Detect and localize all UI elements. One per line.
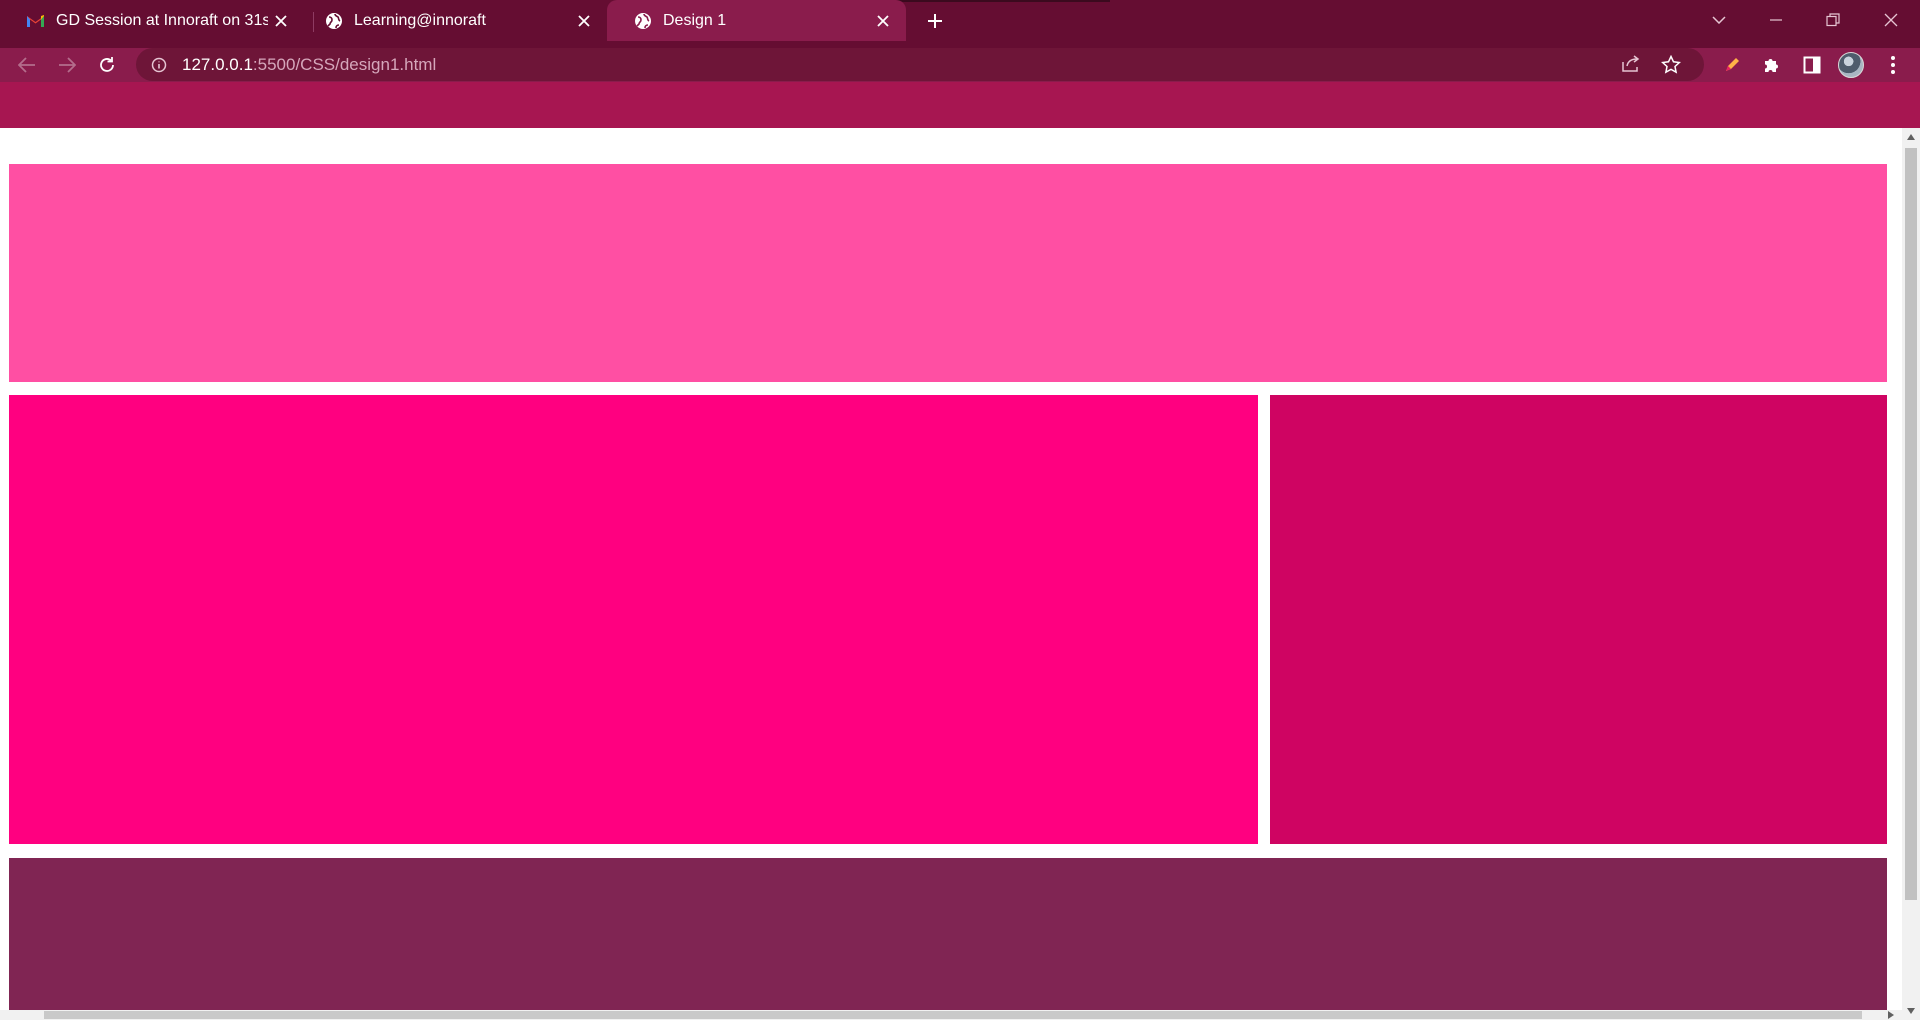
share-button[interactable] (1616, 49, 1646, 79)
back-button[interactable] (12, 50, 42, 80)
reload-icon (100, 57, 114, 72)
close-icon (1884, 13, 1898, 27)
info-icon[interactable] (148, 54, 170, 76)
vertical-scroll-thumb[interactable] (1905, 148, 1917, 900)
chevron-down-icon (1712, 16, 1726, 24)
close-icon[interactable] (870, 8, 896, 34)
tab-design-1[interactable]: Design 1 (607, 0, 906, 41)
profile-avatar[interactable] (1838, 52, 1864, 78)
minimize-button[interactable] (1751, 0, 1801, 40)
arrow-right-icon (59, 57, 76, 73)
page-viewport (0, 128, 1902, 1020)
tab-title: GD Session at Innoraft on 31st Oct (56, 11, 268, 29)
gmail-icon (26, 11, 45, 30)
plus-icon (928, 14, 942, 28)
star-icon (1661, 54, 1681, 74)
header-block (9, 164, 1887, 382)
main-block (9, 395, 1258, 844)
restore-button[interactable] (1808, 0, 1858, 40)
tab-learning-innoraft[interactable]: Learning@innoraft (298, 0, 607, 41)
footer-block (9, 858, 1887, 1020)
close-icon[interactable] (268, 8, 294, 34)
share-icon (1622, 55, 1640, 72)
scroll-up-arrow-icon[interactable] (1902, 128, 1920, 146)
vertical-scrollbar[interactable] (1902, 128, 1920, 1020)
puzzle-icon (1765, 59, 1778, 72)
kebab-menu-icon (1891, 56, 1895, 74)
restore-icon (1826, 13, 1840, 27)
browser-window: GD Session at Innoraft on 31st Oct Learn… (0, 0, 1920, 1020)
horizontal-scrollbar[interactable] (0, 1010, 1902, 1020)
tab-search-button[interactable] (1694, 0, 1744, 40)
globe-icon (324, 11, 343, 30)
pen-extension-button[interactable] (1717, 50, 1747, 80)
forward-button[interactable] (52, 50, 82, 80)
minimize-icon (1770, 19, 1782, 21)
toolbar: 127.0.0.1:5500/CSS/design1.html (0, 48, 1920, 82)
extensions-button[interactable] (1757, 50, 1787, 80)
reload-button[interactable] (92, 50, 122, 80)
side-panel-icon (1803, 56, 1821, 74)
aside-block (1270, 395, 1887, 844)
url-host: 127.0.0.1 (182, 54, 253, 74)
globe-icon (633, 11, 652, 30)
menu-button[interactable] (1878, 50, 1908, 80)
pen-icon (1726, 58, 1739, 71)
close-window-button[interactable] (1866, 0, 1916, 40)
url-text[interactable]: 127.0.0.1:5500/CSS/design1.html (182, 55, 436, 75)
arrow-left-icon (18, 57, 35, 73)
tab-title: Learning@innoraft (354, 11, 486, 29)
scroll-right-arrow-icon[interactable] (1882, 1010, 1900, 1020)
address-bar[interactable]: 127.0.0.1:5500/CSS/design1.html (136, 48, 1704, 81)
tab-title: Design 1 (663, 11, 727, 29)
url-path: :5500/CSS/design1.html (252, 54, 437, 74)
side-panel-button[interactable] (1797, 50, 1827, 80)
scroll-down-arrow-icon[interactable] (1902, 1002, 1920, 1020)
bookmark-bar (0, 82, 1920, 128)
tab-strip: GD Session at Innoraft on 31st Oct Learn… (0, 0, 1920, 48)
bookmark-star-button[interactable] (1656, 49, 1686, 79)
tab-gmail[interactable]: GD Session at Innoraft on 31st Oct (0, 0, 304, 41)
horizontal-scroll-thumb[interactable] (44, 1011, 1862, 1019)
close-icon[interactable] (571, 8, 597, 34)
new-tab-button[interactable] (920, 6, 950, 36)
